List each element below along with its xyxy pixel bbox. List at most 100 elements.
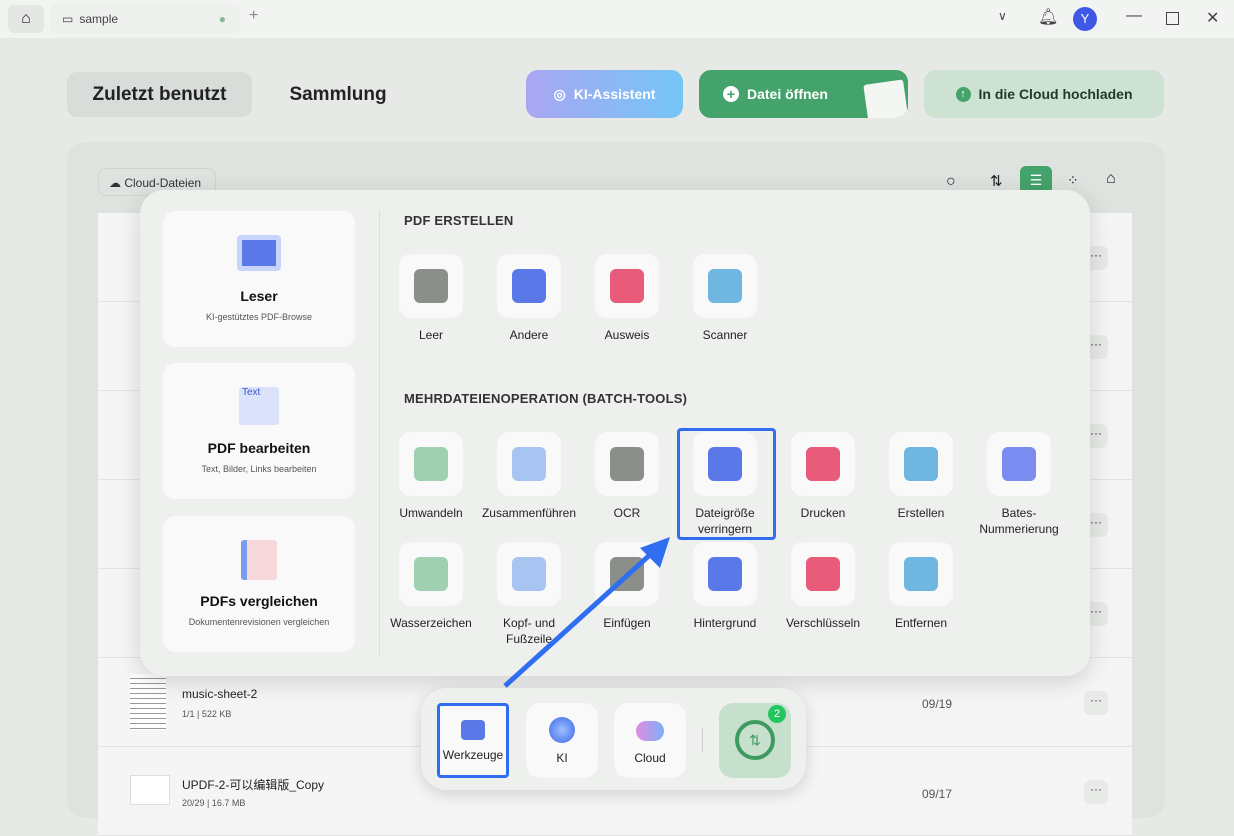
grid-view-icon[interactable]: ⁘	[1067, 172, 1079, 189]
open-file-button[interactable]: + Datei öffnen	[699, 70, 908, 118]
encrypt-label: Verschlüsseln	[785, 616, 861, 630]
header-footer-tool-button[interactable]	[497, 542, 561, 606]
sort-icon[interactable]: ⇅	[990, 172, 1003, 190]
dock-divider	[702, 728, 703, 752]
header-footer-icon	[512, 557, 546, 591]
create-icon	[904, 447, 938, 481]
file-name: music-sheet-2	[182, 687, 258, 701]
file-meta: 20/29 | 16.7 MB	[182, 798, 246, 808]
watermark-icon	[414, 557, 448, 591]
edit-pdf-card[interactable]: Text PDF bearbeiten Text, Bilder, Links …	[163, 363, 355, 499]
book-icon	[237, 235, 281, 271]
compare-icon	[241, 540, 277, 580]
close-button[interactable]: ✕	[1206, 8, 1219, 28]
ki-assistant-button[interactable]: ◎ KI-Assistent	[526, 70, 683, 118]
tab-collection[interactable]: Sammlung	[270, 72, 406, 117]
create-label: Erstellen	[897, 506, 945, 520]
ai-icon: ◎	[553, 85, 566, 102]
file-date: 09/19	[922, 697, 953, 711]
background-label: Hintergrund	[693, 616, 757, 630]
cloud-dock-button[interactable]: Cloud	[614, 703, 686, 778]
scanner-tool-button[interactable]	[693, 254, 757, 318]
background-icon	[708, 557, 742, 591]
convert-label: Umwandeln	[399, 506, 463, 520]
create-heading: PDF ERSTELLEN	[404, 213, 514, 228]
convert-icon	[414, 447, 448, 481]
bell-icon[interactable]: 🔔︎	[1038, 7, 1058, 27]
merge-icon	[512, 447, 546, 481]
blank-icon	[414, 269, 448, 303]
upload-cloud-button[interactable]: ↑ In die Cloud hochladen	[924, 70, 1164, 118]
tab-recent[interactable]: Zuletzt benutzt	[67, 72, 252, 117]
clean-icon[interactable]: ⌂	[1106, 170, 1116, 188]
id-card-icon	[610, 269, 644, 303]
plus-circle-icon: +	[723, 86, 739, 102]
id-card-label: Ausweis	[604, 328, 650, 342]
search-icon[interactable]: ○	[946, 173, 956, 191]
ocr-tool-button[interactable]	[595, 432, 659, 496]
documents-illustration	[863, 79, 908, 118]
print-label: Drucken	[800, 506, 846, 520]
divider	[379, 210, 380, 656]
blank-tool-button[interactable]	[399, 254, 463, 318]
reader-card[interactable]: Leser KI-gestütztes PDF-Browse	[163, 211, 355, 347]
more-button[interactable]: ···	[1084, 780, 1108, 804]
tab-dot: ●	[218, 12, 226, 26]
insert-icon	[610, 557, 644, 591]
ocr-label: OCR	[613, 506, 641, 520]
insert-tool-button[interactable]	[595, 542, 659, 606]
other-tool-button[interactable]	[497, 254, 561, 318]
sync-button[interactable]: ⇅ 2	[719, 703, 791, 778]
ai-orb-icon	[549, 717, 575, 743]
home-button[interactable]: ⌂	[8, 5, 44, 33]
other-label: Andere	[509, 328, 549, 342]
insert-label: Einfügen	[603, 616, 651, 630]
tools-dock-button[interactable]: Werkzeuge	[437, 703, 509, 778]
upload-icon: ↑	[955, 86, 971, 102]
merge-label: Zusammenführen	[481, 506, 577, 520]
notification-badge: 2	[768, 705, 786, 723]
file-thumbnail	[130, 775, 170, 805]
other-icon	[512, 269, 546, 303]
file-name: UPDF-2-可以编辑版_Copy	[182, 778, 325, 792]
batch-heading: MEHRDATEIENOPERATION (BATCH-TOOLS)	[404, 391, 688, 406]
bates-tool-button[interactable]	[987, 432, 1051, 496]
header-footer-label: Kopf- und Fußzeile	[502, 616, 556, 646]
background-tool-button[interactable]	[693, 542, 757, 606]
watermark-tool-button[interactable]	[399, 542, 463, 606]
remove-tool-button[interactable]	[889, 542, 953, 606]
tab-sample[interactable]: ▭ sample ●	[50, 4, 240, 34]
maximize-button[interactable]	[1166, 12, 1179, 25]
chevron-down-icon[interactable]: ∨	[998, 9, 1007, 23]
more-button[interactable]: ···	[1084, 691, 1108, 715]
toolbox-icon	[461, 720, 485, 740]
scanner-label: Scanner	[702, 328, 748, 342]
watermark-label: Wasserzeichen	[390, 616, 472, 630]
ocr-icon	[610, 447, 644, 481]
title-bar: ⌂ ▭ sample ● + ∨ 🔔︎ Y — ✕	[0, 0, 1234, 38]
file-meta: 1/1 | 522 KB	[182, 709, 232, 719]
blank-label: Leer	[418, 328, 444, 342]
new-tab-button[interactable]: +	[249, 7, 258, 25]
document-icon: ▭	[62, 12, 74, 26]
ki-dock-button[interactable]: KI	[526, 703, 598, 778]
avatar[interactable]: Y	[1073, 7, 1097, 31]
file-thumbnail	[130, 674, 166, 730]
compare-pdf-card[interactable]: PDFs vergleichen Dokumentenrevisionen ve…	[163, 516, 355, 652]
cloud-icon: ☁︎	[109, 176, 125, 190]
scanner-icon	[708, 269, 742, 303]
text-edit-icon: Text	[239, 387, 279, 425]
print-tool-button[interactable]	[791, 432, 855, 496]
remove-icon	[904, 557, 938, 591]
minimize-button[interactable]: —	[1126, 7, 1142, 25]
sync-icon: ⇅	[735, 720, 775, 760]
encrypt-tool-button[interactable]	[791, 542, 855, 606]
bates-icon	[1002, 447, 1036, 481]
cloud-icon	[636, 721, 664, 741]
remove-label: Entfernen	[894, 616, 948, 630]
encrypt-icon	[806, 557, 840, 591]
create-tool-button[interactable]	[889, 432, 953, 496]
id-card-tool-button[interactable]	[595, 254, 659, 318]
merge-tool-button[interactable]	[497, 432, 561, 496]
convert-tool-button[interactable]	[399, 432, 463, 496]
